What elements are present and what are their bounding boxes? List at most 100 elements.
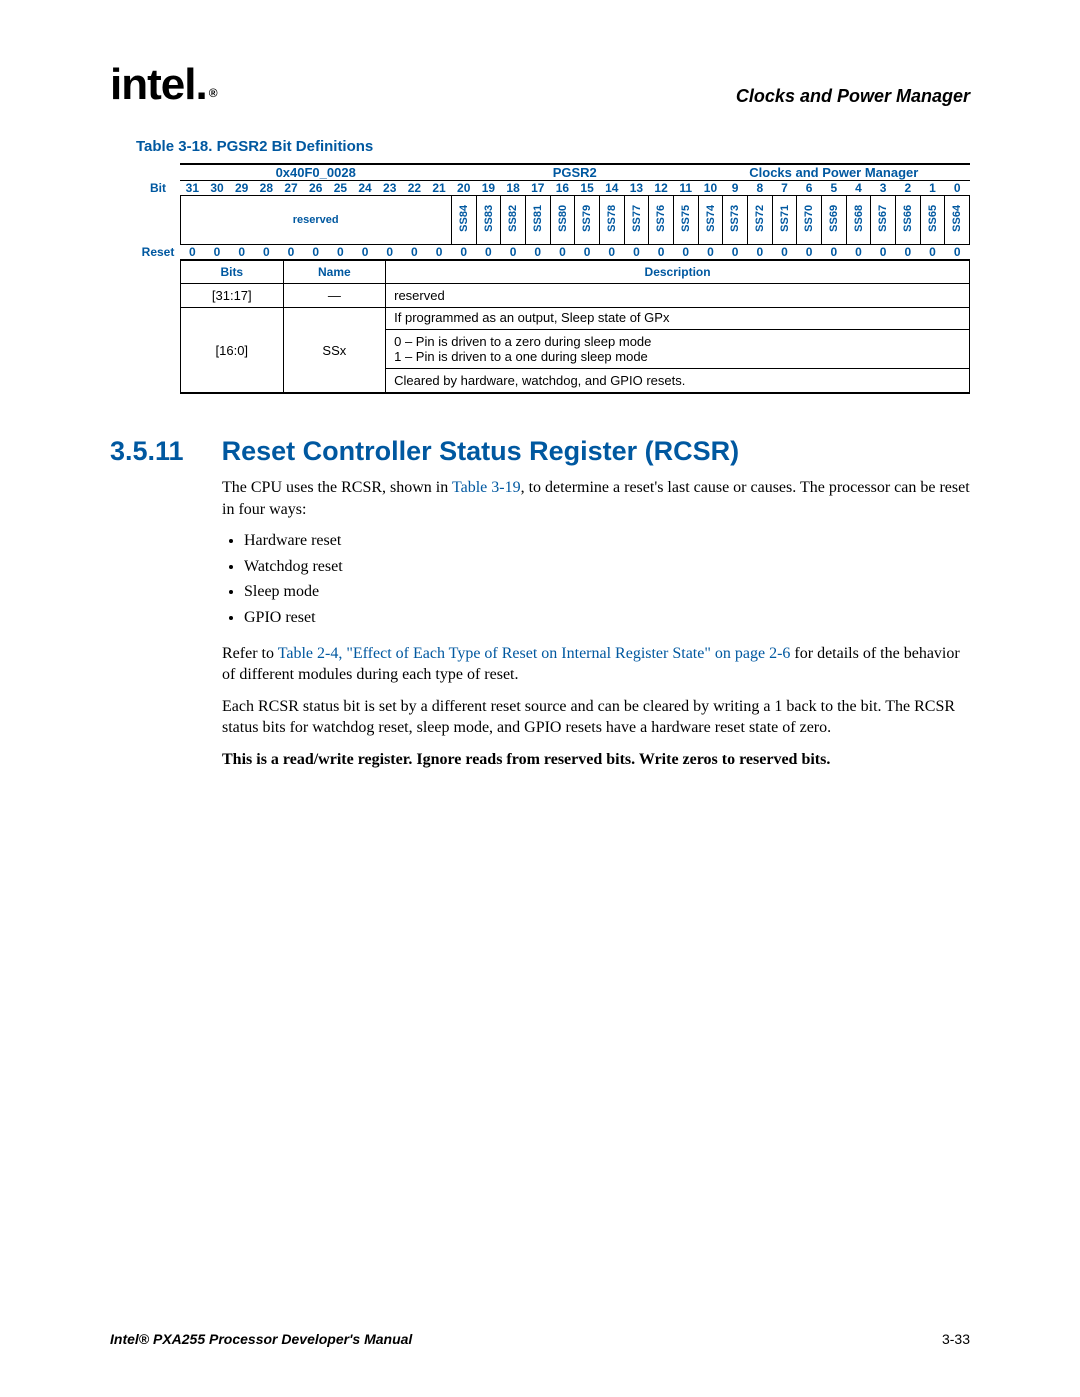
bitnum: 30	[205, 181, 230, 196]
bitnum: 28	[254, 181, 279, 196]
reset-label: Reset	[136, 245, 180, 261]
bitnum: 12	[649, 181, 674, 196]
reg-name: PGSR2	[451, 164, 698, 181]
cell-bits: [16:0]	[181, 308, 284, 394]
bit-label: Bit	[136, 181, 180, 196]
paragraph: Each RCSR status bit is set by a differe…	[222, 696, 970, 739]
bitnum: 0	[945, 181, 970, 196]
bitnum: 8	[747, 181, 772, 196]
intel-logo: intel.®	[110, 60, 215, 110]
ss-field: SS84	[451, 196, 476, 245]
bitnum: 16	[550, 181, 575, 196]
reset-val: 0	[895, 245, 920, 261]
section-heading: 3.5.11 Reset Controller Status Register …	[110, 436, 970, 467]
bitnum: 7	[772, 181, 797, 196]
ss-field: SS82	[501, 196, 526, 245]
ss-field: SS70	[797, 196, 822, 245]
bitnum: 18	[501, 181, 526, 196]
cell-desc: reserved	[386, 284, 970, 308]
header-section-title: Clocks and Power Manager	[736, 86, 970, 107]
list-item: Sleep mode	[244, 581, 970, 603]
reset-val: 0	[673, 245, 698, 261]
link-table-3-19[interactable]: Table 3-19	[452, 479, 521, 496]
ss-field: SS67	[871, 196, 896, 245]
reset-val: 0	[772, 245, 797, 261]
register-bit-table: 0x40F0_0028 PGSR2 Clocks and Power Manag…	[136, 163, 970, 394]
ss-field: SS78	[599, 196, 624, 245]
cell-bits: [31:17]	[181, 284, 284, 308]
link-table-2-4[interactable]: Table 2-4, "Effect of Each Type of Reset…	[278, 645, 791, 662]
bullet-list: Hardware reset Watchdog reset Sleep mode…	[222, 530, 970, 628]
page-footer: Intel® PXA255 Processor Developer's Manu…	[110, 1331, 970, 1347]
table-row: [16:0] SSx If programmed as an output, S…	[181, 308, 970, 394]
reset-val: 0	[575, 245, 600, 261]
reset-val: 0	[821, 245, 846, 261]
ss-field: SS76	[649, 196, 674, 245]
col-bits: Bits	[181, 261, 284, 284]
reset-val: 0	[476, 245, 501, 261]
bitnum: 29	[229, 181, 254, 196]
bitnum: 31	[180, 181, 205, 196]
cell-desc: If programmed as an output, Sleep state …	[386, 308, 970, 394]
footer-title: Intel® PXA255 Processor Developer's Manu…	[110, 1331, 412, 1347]
bitnum: 20	[451, 181, 476, 196]
bitnum: 25	[328, 181, 353, 196]
reset-val: 0	[377, 245, 402, 261]
reset-val: 0	[427, 245, 452, 261]
bitnum: 10	[698, 181, 723, 196]
table-header-row: Bits Name Description	[181, 261, 970, 284]
table-row: [31:17] — reserved	[181, 284, 970, 308]
reset-val: 0	[328, 245, 353, 261]
col-desc: Description	[386, 261, 970, 284]
reset-val: 0	[624, 245, 649, 261]
reset-val: 0	[525, 245, 550, 261]
bitnum: 1	[920, 181, 945, 196]
reset-val: 0	[871, 245, 896, 261]
bitnum: 14	[599, 181, 624, 196]
reset-val: 0	[353, 245, 378, 261]
reset-val: 0	[698, 245, 723, 261]
bitnum: 4	[846, 181, 871, 196]
bitnum: 6	[797, 181, 822, 196]
bitnum: 5	[821, 181, 846, 196]
reserved-field: reserved	[180, 196, 451, 245]
cell-name: —	[283, 284, 386, 308]
bitnum: 15	[575, 181, 600, 196]
reset-val: 0	[402, 245, 427, 261]
bitnum: 13	[624, 181, 649, 196]
ss-field: SS68	[846, 196, 871, 245]
ss-field: SS79	[575, 196, 600, 245]
body-text: The CPU uses the RCSR, shown in Table 3-…	[222, 477, 970, 771]
paragraph: Refer to Table 2-4, "Effect of Each Type…	[222, 643, 970, 686]
bitnum: 21	[427, 181, 452, 196]
ss-field: SS81	[525, 196, 550, 245]
section-number: 3.5.11	[110, 436, 184, 467]
reset-val: 0	[451, 245, 476, 261]
reset-val: 0	[846, 245, 871, 261]
register-header-row: 0x40F0_0028 PGSR2 Clocks and Power Manag…	[136, 164, 970, 181]
logo-text: intel	[110, 60, 195, 109]
bitnum: 22	[402, 181, 427, 196]
reset-val: 0	[303, 245, 328, 261]
paragraph-bold: This is a read/write register. Ignore re…	[222, 749, 970, 771]
bitnum: 23	[377, 181, 402, 196]
reset-val: 0	[279, 245, 304, 261]
ss-field: SS64	[945, 196, 970, 245]
reset-val: 0	[599, 245, 624, 261]
table-caption: Table 3-18. PGSR2 Bit Definitions	[136, 138, 970, 155]
page-header: intel.® Clocks and Power Manager	[110, 60, 970, 110]
reset-val: 0	[501, 245, 526, 261]
ss-field: SS75	[673, 196, 698, 245]
reset-val: 0	[723, 245, 748, 261]
bitnum: 3	[871, 181, 896, 196]
reg-address: 0x40F0_0028	[180, 164, 451, 181]
ss-field: SS66	[895, 196, 920, 245]
bitnum: 27	[279, 181, 304, 196]
ss-field: SS83	[476, 196, 501, 245]
footer-page-number: 3-33	[942, 1331, 970, 1347]
ss-field: SS65	[920, 196, 945, 245]
ss-field: SS71	[772, 196, 797, 245]
list-item: Watchdog reset	[244, 556, 970, 578]
bitnum: 24	[353, 181, 378, 196]
ss-field: SS77	[624, 196, 649, 245]
